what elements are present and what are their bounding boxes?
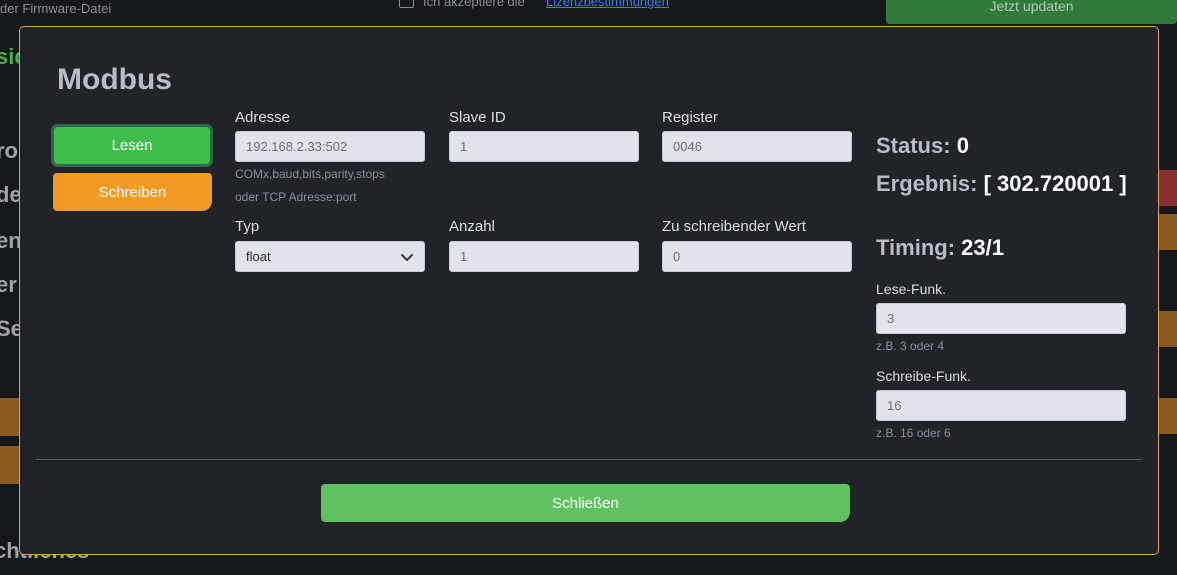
chevron-down-icon [401,253,413,261]
bg-orange-strip-left-2 [0,446,20,484]
write-value-input[interactable]: 0 [662,241,852,272]
status-label: Status: [876,133,951,158]
modal-title: Modbus [57,63,172,96]
type-label: Typ [235,218,260,235]
write-func-input[interactable]: 16 [876,390,1126,421]
bg-update-button[interactable]: Jetzt updaten [886,0,1177,24]
read-func-hint: z.B. 3 oder 4 [876,339,945,353]
count-input[interactable]: 1 [449,241,639,272]
timing-value: 23/1 [961,235,1004,260]
timing-result: Timing: 23/1 [876,235,1004,261]
bg-orange-strip-right-1 [1159,214,1177,250]
bg-accept-checkbox[interactable] [399,0,414,8]
type-select-value: float [246,249,271,264]
write-value-label: Zu schreibender Wert [662,218,806,235]
modbus-dialog: Modbus Lesen Schreiben Adresse 192.168.2… [19,26,1159,555]
bg-firmware-text: der Firmware-Datei [0,1,112,16]
status-result: Status: 0 [876,133,969,159]
bg-orange-strip-right-3 [1159,398,1177,434]
write-button[interactable]: Schreiben [53,173,212,211]
slave-id-input[interactable]: 1 [449,131,639,162]
address-hint-2: oder TCP Adresse:port [235,190,357,204]
slave-id-label: Slave ID [449,109,506,126]
write-func-hint: z.B. 16 oder 6 [876,426,951,440]
bg-red-strip-right [1159,170,1177,206]
close-button[interactable]: Schließen [321,484,850,522]
type-select[interactable]: float [235,241,425,272]
timing-label: Timing: [876,235,956,260]
bg-accept-link[interactable]: Lizenzbestimmungen [546,0,669,9]
read-func-input[interactable]: 3 [876,303,1126,334]
address-hint-1: COMx,baud,bits,parity,stops [235,167,385,181]
address-label: Adresse [235,109,291,126]
bg-fragment-5: er [0,272,17,297]
bg-orange-strip-right-2 [1159,311,1177,347]
bg-accept-text: Ich akzeptiere die [423,0,525,9]
bg-orange-strip-left-1 [0,398,20,436]
count-label: Anzahl [449,218,495,235]
footer-divider [36,459,1142,460]
bg-fragment-2: ro [0,138,18,163]
register-input[interactable]: 0046 [662,131,852,162]
write-func-label: Schreibe-Funk. [876,368,971,384]
read-button[interactable]: Lesen [51,124,213,167]
register-label: Register [662,109,718,126]
address-input[interactable]: 192.168.2.33:502 [235,131,425,162]
result-value: [ 302.720001 ] [983,171,1127,196]
status-value: 0 [956,133,969,158]
result-label: Ergebnis: [876,171,978,196]
result-output: Ergebnis: [ 302.720001 ] [876,169,1136,198]
read-func-label: Lese-Funk. [876,281,947,297]
